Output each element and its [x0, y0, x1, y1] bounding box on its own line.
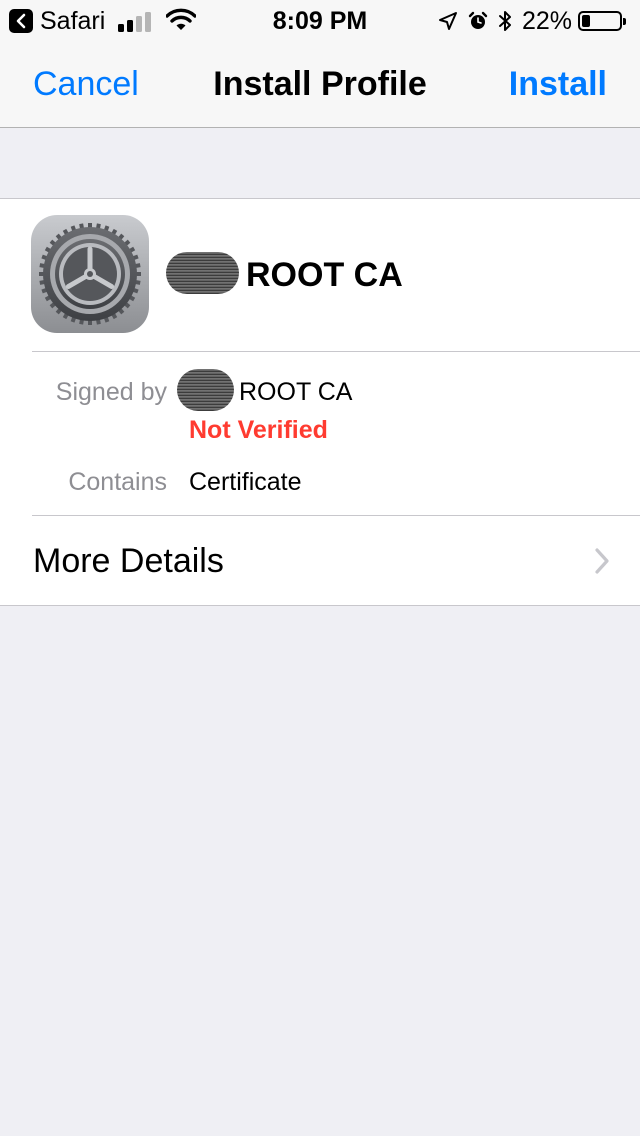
- alarm-clock-icon: [468, 11, 488, 31]
- more-details-row[interactable]: More Details: [0, 517, 640, 605]
- status-right-group: 22%: [438, 6, 626, 36]
- status-bar: Safari 8:09 PM 22%: [0, 0, 640, 40]
- battery-icon: [578, 11, 626, 31]
- signal-bars-icon: [118, 10, 154, 32]
- verification-status: Not Verified: [189, 416, 328, 444]
- profile-card: ROOT CA Signed by ROOT CA Not Verified C…: [0, 198, 640, 606]
- chevron-right-icon: [595, 548, 609, 574]
- contains-value: Certificate: [189, 468, 302, 496]
- more-details-label: More Details: [33, 542, 224, 580]
- divider: [32, 515, 640, 516]
- wifi-icon: [166, 8, 196, 30]
- install-button[interactable]: Install: [509, 64, 607, 104]
- navigation-bar: Cancel Install Profile Install: [0, 40, 640, 128]
- signed-by-label: Signed by: [55, 378, 167, 406]
- profile-name: ROOT CA: [246, 256, 403, 294]
- divider: [32, 351, 640, 352]
- location-arrow-icon: [438, 11, 458, 31]
- redacted-name-blur: [166, 252, 239, 294]
- battery-percent: 22%: [521, 7, 572, 35]
- bluetooth-icon: [498, 10, 512, 32]
- cancel-button[interactable]: Cancel: [33, 64, 139, 104]
- back-to-app-button[interactable]: [9, 9, 33, 33]
- back-app-label[interactable]: Safari: [40, 6, 105, 36]
- contains-label: Contains: [68, 468, 167, 496]
- signed-by-value: ROOT CA: [239, 378, 353, 406]
- settings-gear-icon: [31, 215, 149, 333]
- redacted-signer-blur: [177, 369, 234, 411]
- back-arrow-icon: [16, 13, 26, 29]
